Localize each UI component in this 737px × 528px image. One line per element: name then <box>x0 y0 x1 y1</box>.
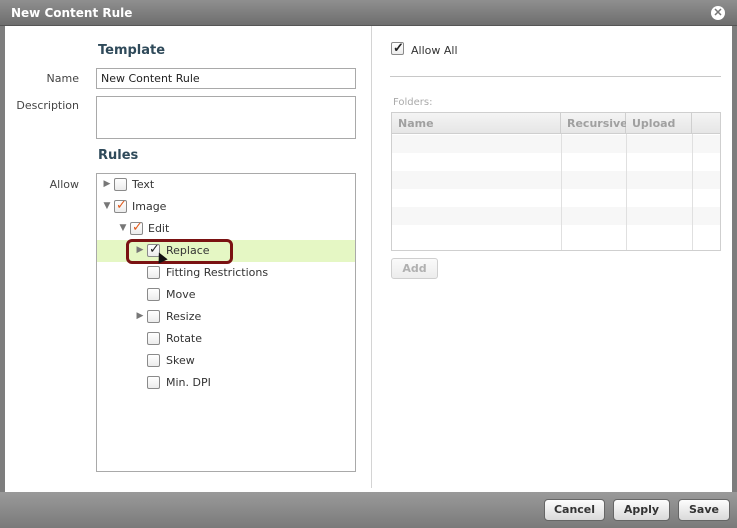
expand-arrow-icon[interactable]: ▶ <box>135 311 145 321</box>
table-row <box>392 189 720 207</box>
table-row <box>392 153 720 171</box>
tree-item-label: Min. DPI <box>166 376 211 389</box>
collapse-arrow-icon[interactable]: ▼ <box>118 223 128 233</box>
add-folder-button[interactable]: Add <box>391 258 438 279</box>
tree-item-label: Move <box>166 288 196 301</box>
tree-item-label: Edit <box>148 222 170 235</box>
tree-item-label: Image <box>132 200 167 213</box>
column-header-empty <box>692 113 720 134</box>
apply-button[interactable]: Apply <box>613 499 670 521</box>
tree-item-move[interactable]: Move <box>97 284 355 306</box>
name-label: Name <box>46 72 79 85</box>
dialog-footer: Cancel Apply Save <box>0 492 737 528</box>
folders-table[interactable]: Name Recursive Upload <box>391 112 721 251</box>
folders-label: Folders: <box>393 97 433 108</box>
save-button[interactable]: Save <box>678 499 730 521</box>
highlight-annotation <box>126 239 233 264</box>
table-row <box>392 225 720 243</box>
checkbox[interactable] <box>147 354 160 367</box>
tree-item-label: Skew <box>166 354 195 367</box>
description-input[interactable] <box>96 96 356 139</box>
tree-item-label: Text <box>132 178 155 191</box>
window-title: New Content Rule <box>11 6 133 20</box>
checkbox[interactable] <box>147 310 160 323</box>
checkbox[interactable] <box>147 332 160 345</box>
allow-all-label: Allow All <box>411 44 458 57</box>
column-header-name[interactable]: Name <box>392 113 561 134</box>
checkbox[interactable] <box>114 178 127 191</box>
section-divider <box>390 76 721 77</box>
cancel-button[interactable]: Cancel <box>544 499 605 521</box>
tree-item-image[interactable]: ▼ ✓ Image <box>97 196 355 218</box>
name-input[interactable] <box>96 68 356 89</box>
collapse-arrow-icon[interactable]: ▼ <box>102 201 112 211</box>
allow-all-checkbox[interactable]: ✓ <box>391 40 404 55</box>
tree-item-fitting-restrictions[interactable]: Fitting Restrictions <box>97 262 355 284</box>
column-divider <box>692 134 693 250</box>
checkbox[interactable]: ✓ <box>130 220 143 235</box>
rules-tree[interactable]: ▶ Text ▼ ✓ Image ▼ ✓ Edit ▶ ✓ Replace Fi… <box>96 173 356 472</box>
checkbox[interactable] <box>147 266 160 279</box>
allow-label: Allow <box>49 178 79 191</box>
checkbox[interactable]: ✓ <box>114 198 127 213</box>
panel-divider <box>371 26 372 488</box>
column-header-recursive[interactable]: Recursive <box>561 113 628 134</box>
tree-item-text[interactable]: ▶ Text <box>97 174 355 196</box>
tree-item-skew[interactable]: Skew <box>97 350 355 372</box>
checkbox[interactable] <box>147 288 160 301</box>
template-heading: Template <box>98 43 166 58</box>
column-header-upload[interactable]: Upload <box>626 113 692 134</box>
tree-item-rotate[interactable]: Rotate <box>97 328 355 350</box>
table-row <box>392 207 720 225</box>
description-label: Description <box>16 99 79 112</box>
tree-item-label: Rotate <box>166 332 203 345</box>
table-row <box>392 135 720 153</box>
checkbox[interactable] <box>147 376 160 389</box>
expand-arrow-icon[interactable]: ▶ <box>102 179 112 189</box>
rules-heading: Rules <box>98 148 139 163</box>
tree-item-label: Resize <box>166 310 202 323</box>
tree-item-min-dpi[interactable]: Min. DPI <box>97 372 355 394</box>
frame-right <box>732 26 737 494</box>
title-bar: New Content Rule ✕ <box>0 0 737 26</box>
dialog-content: Template Name Description Rules Allow ▶ … <box>5 26 732 492</box>
column-divider <box>626 134 627 250</box>
tree-item-resize[interactable]: ▶ Resize <box>97 306 355 328</box>
close-icon[interactable]: ✕ <box>711 6 725 20</box>
tree-item-edit[interactable]: ▼ ✓ Edit <box>97 218 355 240</box>
table-row <box>392 171 720 189</box>
tree-item-label: Fitting Restrictions <box>166 266 269 279</box>
column-divider <box>561 134 562 250</box>
